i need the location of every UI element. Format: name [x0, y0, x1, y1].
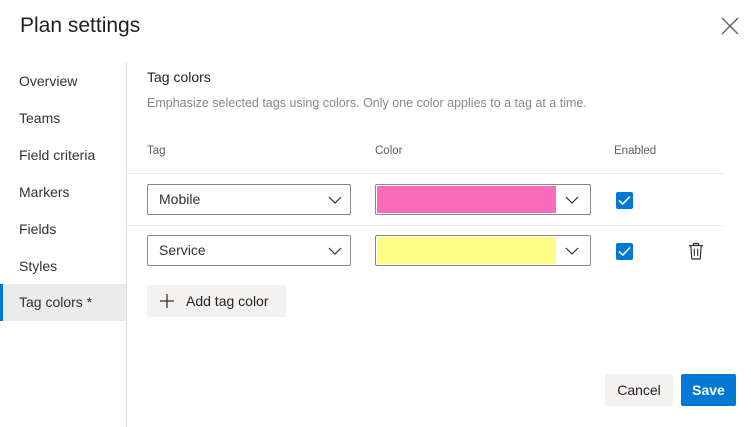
close-icon [721, 17, 739, 35]
nav-item-teams[interactable]: Teams [0, 100, 126, 137]
row-divider [127, 173, 724, 174]
enabled-checkbox[interactable] [616, 192, 633, 209]
section-title: Tag colors [147, 69, 211, 85]
settings-nav: Overview Teams Field criteria Markers Fi… [0, 62, 127, 427]
checkmark-icon [618, 246, 631, 257]
color-dropdown[interactable] [375, 184, 591, 215]
section-description: Emphasize selected tags using colors. On… [147, 96, 587, 110]
nav-item-fields[interactable]: Fields [0, 211, 126, 248]
row-divider [127, 225, 724, 226]
color-swatch [377, 237, 556, 264]
checkmark-icon [618, 195, 631, 206]
tag-dropdown-value: Service [159, 242, 206, 258]
nav-item-markers[interactable]: Markers [0, 174, 126, 211]
tag-dropdown[interactable]: Service [147, 235, 351, 266]
dialog-title: Plan settings [20, 14, 141, 37]
enabled-checkbox[interactable] [616, 243, 633, 260]
chevron-down-icon [328, 196, 342, 204]
save-button[interactable]: Save [681, 374, 736, 406]
chevron-down-icon [565, 196, 579, 204]
color-swatch [377, 186, 556, 213]
tag-dropdown[interactable]: Mobile [147, 184, 351, 215]
chevron-down-icon [328, 247, 342, 255]
nav-item-field-criteria[interactable]: Field criteria [0, 137, 126, 174]
add-tag-color-label: Add tag color [186, 293, 269, 309]
nav-item-tag-colors[interactable]: Tag colors * [0, 284, 126, 321]
column-header-tag: Tag [147, 145, 166, 157]
close-button[interactable] [716, 12, 744, 40]
tag-dropdown-value: Mobile [159, 191, 201, 207]
cancel-button[interactable]: Cancel [605, 374, 673, 406]
delete-row-button[interactable] [687, 241, 705, 261]
trash-icon [689, 242, 703, 260]
column-header-enabled: Enabled [614, 145, 657, 157]
chevron-down-icon [565, 247, 579, 255]
nav-item-styles[interactable]: Styles [0, 248, 126, 285]
add-tag-color-button[interactable]: Add tag color [147, 285, 286, 317]
plus-icon [160, 294, 174, 308]
column-header-color: Color [375, 145, 403, 157]
color-dropdown[interactable] [375, 235, 591, 266]
nav-item-overview[interactable]: Overview [0, 63, 126, 100]
